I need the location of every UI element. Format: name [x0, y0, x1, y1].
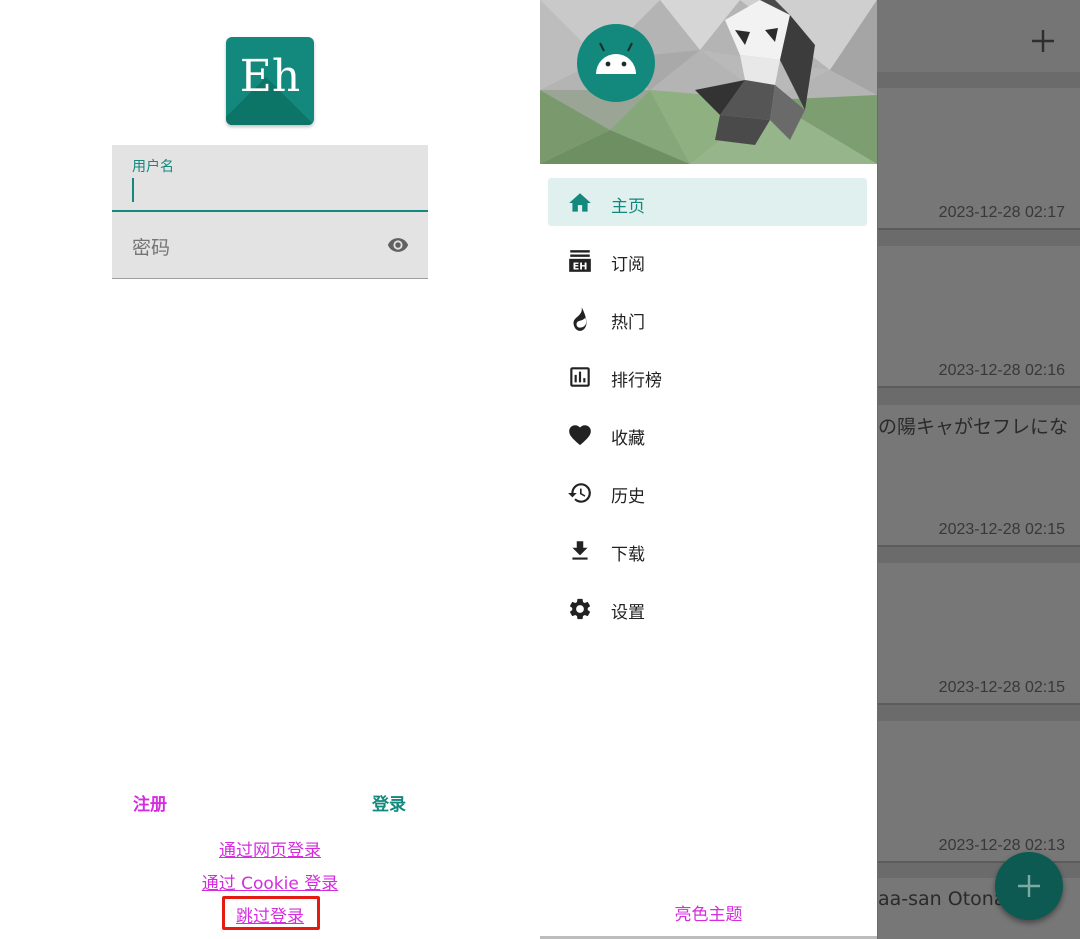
gallery-date: 2023-12-28 02:13 — [938, 837, 1065, 854]
drawer-nav: 主页 EH 订阅 热门 排行榜 收藏 历史 下载 设置 — [540, 176, 877, 640]
add-icon[interactable] — [1030, 28, 1056, 54]
download-icon — [572, 541, 588, 560]
fab-add-button[interactable] — [995, 852, 1063, 920]
eh-subscription-icon: EH — [569, 250, 591, 273]
nav-item-label: 订阅 — [611, 255, 645, 275]
gallery-date: 2023-12-28 02:15 — [938, 521, 1065, 538]
bar-chart-icon — [570, 367, 590, 387]
highlight-box — [222, 896, 320, 930]
eye-icon[interactable] — [384, 234, 412, 256]
cookie-login-link[interactable]: 通过 Cookie 登录 — [202, 874, 339, 894]
nav-item-home[interactable]: 主页 — [540, 176, 877, 234]
main-screen: 2023-12-28 02:17 2023-12-28 02:16 の陽キャがセ… — [540, 0, 1080, 939]
svg-text:EH: EH — [573, 262, 588, 273]
gear-icon — [569, 598, 591, 620]
nav-item-subscription[interactable]: EH 订阅 — [540, 234, 877, 292]
nav-item-downloads[interactable]: 下载 — [540, 524, 877, 582]
nav-item-settings[interactable]: 设置 — [540, 582, 877, 640]
app-logo-text: Eh — [239, 51, 301, 102]
gallery-card[interactable]: 2023-12-28 02:15 — [878, 563, 1080, 705]
app-logo: Eh — [226, 37, 314, 125]
add-icon — [1018, 875, 1040, 897]
text-cursor — [132, 178, 134, 202]
heart-icon — [569, 425, 591, 446]
nav-item-label: 热门 — [611, 313, 645, 333]
nav-item-label: 历史 — [611, 487, 645, 507]
login-button[interactable]: 登录 — [372, 790, 406, 815]
web-login-link[interactable]: 通过网页登录 — [219, 841, 321, 861]
gallery-date: 2023-12-28 02:15 — [938, 679, 1065, 696]
fire-icon — [573, 307, 587, 331]
gallery-date: 2023-12-28 02:17 — [938, 204, 1065, 221]
nav-item-ranking[interactable]: 排行榜 — [540, 350, 877, 408]
nav-item-label: 设置 — [611, 603, 645, 623]
nav-item-label: 收藏 — [611, 429, 645, 449]
username-field[interactable]: 用户名 — [112, 145, 428, 212]
gallery-card[interactable]: 2023-12-28 02:13 — [878, 721, 1080, 863]
register-button[interactable]: 注册 — [133, 790, 167, 815]
gallery-date: 2023-12-28 02:16 — [938, 362, 1065, 379]
gallery-card[interactable]: 2023-12-28 02:16 — [878, 246, 1080, 388]
light-theme-button[interactable]: 亮色主题 — [540, 900, 877, 925]
android-icon — [596, 42, 636, 74]
history-icon — [568, 483, 591, 503]
username-label: 用户名 — [132, 159, 174, 175]
login-screen: Eh 用户名 密码 注册 登录 通过网页登录 通过 Cookie 登录 跳过登录 — [0, 0, 540, 939]
nav-item-label: 主页 — [611, 197, 645, 217]
drawer-header — [540, 0, 877, 164]
nav-item-history[interactable]: 历史 — [540, 466, 877, 524]
password-placeholder: 密码 — [132, 237, 171, 259]
gallery-title: の陽キャがセフレにな — [878, 416, 1069, 438]
user-avatar[interactable] — [577, 24, 655, 102]
home-icon — [569, 193, 591, 212]
gallery-card[interactable]: の陽キャがセフレにな 2023-12-28 02:15 — [878, 405, 1080, 547]
gallery-card[interactable]: 2023-12-28 02:17 — [878, 88, 1080, 230]
nav-item-popular[interactable]: 热门 — [540, 292, 877, 350]
nav-item-label: 下载 — [611, 545, 645, 565]
nav-item-label: 排行榜 — [611, 371, 662, 391]
password-field[interactable]: 密码 — [112, 212, 428, 279]
navigation-drawer: 主页 EH 订阅 热门 排行榜 收藏 历史 下载 设置 亮色主题 — [540, 0, 877, 939]
nav-item-favorites[interactable]: 收藏 — [540, 408, 877, 466]
